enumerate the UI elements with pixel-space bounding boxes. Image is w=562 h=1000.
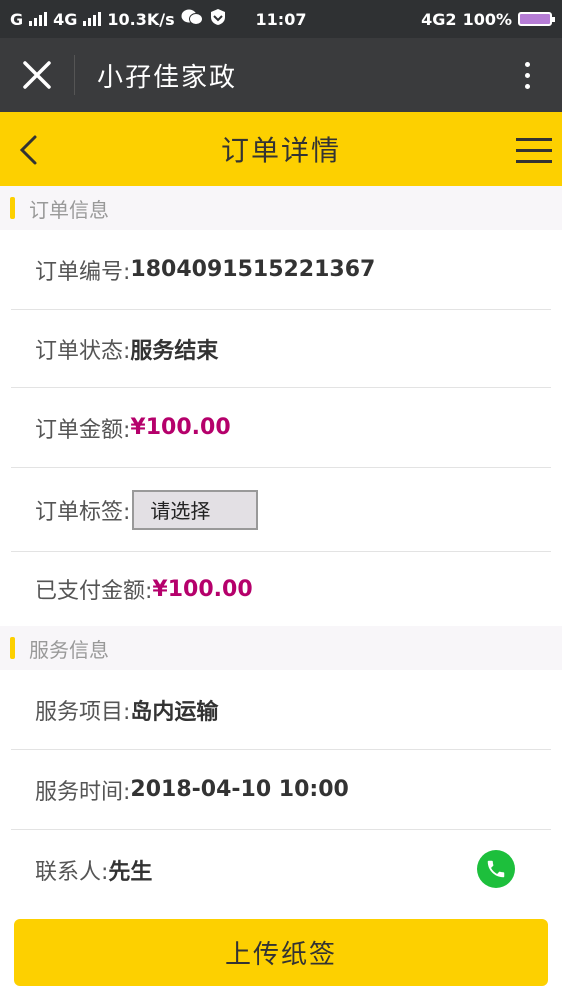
battery-icon [518, 12, 555, 26]
order-tag-label: 订单标签: [35, 499, 131, 525]
battery-percent: 100% [462, 9, 512, 29]
section-accent-bar [10, 637, 15, 659]
app-bar-divider [74, 55, 75, 95]
service-item-row: 服务项目: 岛内运输 [11, 670, 551, 750]
paid-amount-value: ¥100.00 [152, 576, 253, 602]
paid-amount-row: 已支付金额: ¥100.00 [11, 552, 551, 626]
app-title: 小孖佳家政 [97, 62, 238, 93]
more-vertical-icon [524, 61, 530, 67]
carrier-label-2: 4G [53, 9, 78, 29]
service-time-value: 2018-04-10 10:00 [130, 777, 349, 802]
order-number-row: 订单编号: 1804091515221367 [11, 230, 551, 310]
shield-icon [209, 8, 227, 30]
hamburger-icon [516, 137, 552, 141]
order-status-value: 服务结束 [130, 338, 219, 364]
chevron-left-icon [19, 135, 37, 165]
order-tag-row: 订单标签: 请选择 [11, 468, 551, 552]
network-type: 4G2 [421, 9, 457, 29]
service-item-value: 岛内运输 [130, 699, 219, 725]
back-button[interactable] [8, 130, 48, 170]
order-info-title: 订单信息 [29, 197, 109, 222]
order-number-value: 1804091515221367 [130, 257, 376, 282]
service-time-row: 服务时间: 2018-04-10 10:00 [11, 750, 551, 830]
contact-value: 先生 [108, 860, 153, 885]
phone-icon [487, 860, 505, 878]
upload-paper-signature-button[interactable]: 上传纸签 [14, 919, 548, 986]
wechat-icon [181, 8, 203, 30]
order-amount-label: 订单金额: [35, 417, 131, 443]
signal-icon [29, 12, 48, 26]
order-amount-row: 订单金额: ¥100.00 [11, 388, 551, 468]
service-time-label: 服务时间: [35, 779, 131, 805]
contact-row: 联系人: 先生 [11, 830, 551, 910]
call-button[interactable] [477, 850, 515, 888]
menu-button[interactable] [516, 130, 552, 170]
order-amount-value: ¥100.00 [130, 415, 231, 440]
bottom-bar: 上传纸签 [0, 906, 562, 1000]
order-info-section-header: 订单信息 [0, 186, 562, 230]
status-right: 4G2 100% [421, 9, 555, 29]
signal-icon-2 [83, 12, 102, 26]
order-number-label: 订单编号: [35, 259, 131, 285]
carrier-label-1: G [10, 9, 24, 29]
page-title: 订单详情 [220, 134, 341, 167]
service-item-label: 服务项目: [35, 699, 131, 725]
status-left: G 4G 10.3K/s [10, 8, 227, 30]
close-button[interactable] [0, 38, 74, 112]
contact-label: 联系人: [35, 860, 109, 885]
paid-amount-label: 已支付金额: [35, 579, 153, 604]
order-detail-content: 订单信息 订单编号: 1804091515221367 订单状态: 服务结束 订… [0, 186, 562, 910]
order-tag-select[interactable]: 请选择 [132, 489, 259, 530]
order-status-label: 订单状态: [35, 338, 131, 364]
network-speed: 10.3K/s [107, 9, 175, 29]
more-options-button[interactable] [492, 38, 562, 112]
page-header: 订单详情 [0, 112, 562, 186]
service-info-section-header: 服务信息 [0, 626, 562, 670]
section-accent-bar [10, 197, 15, 219]
app-bar: 小孖佳家政 [0, 38, 562, 112]
close-icon [23, 61, 51, 89]
status-bar: G 4G 10.3K/s 11:07 4G2 100% [0, 0, 562, 38]
service-info-title: 服务信息 [29, 637, 109, 662]
order-status-row: 订单状态: 服务结束 [11, 310, 551, 388]
